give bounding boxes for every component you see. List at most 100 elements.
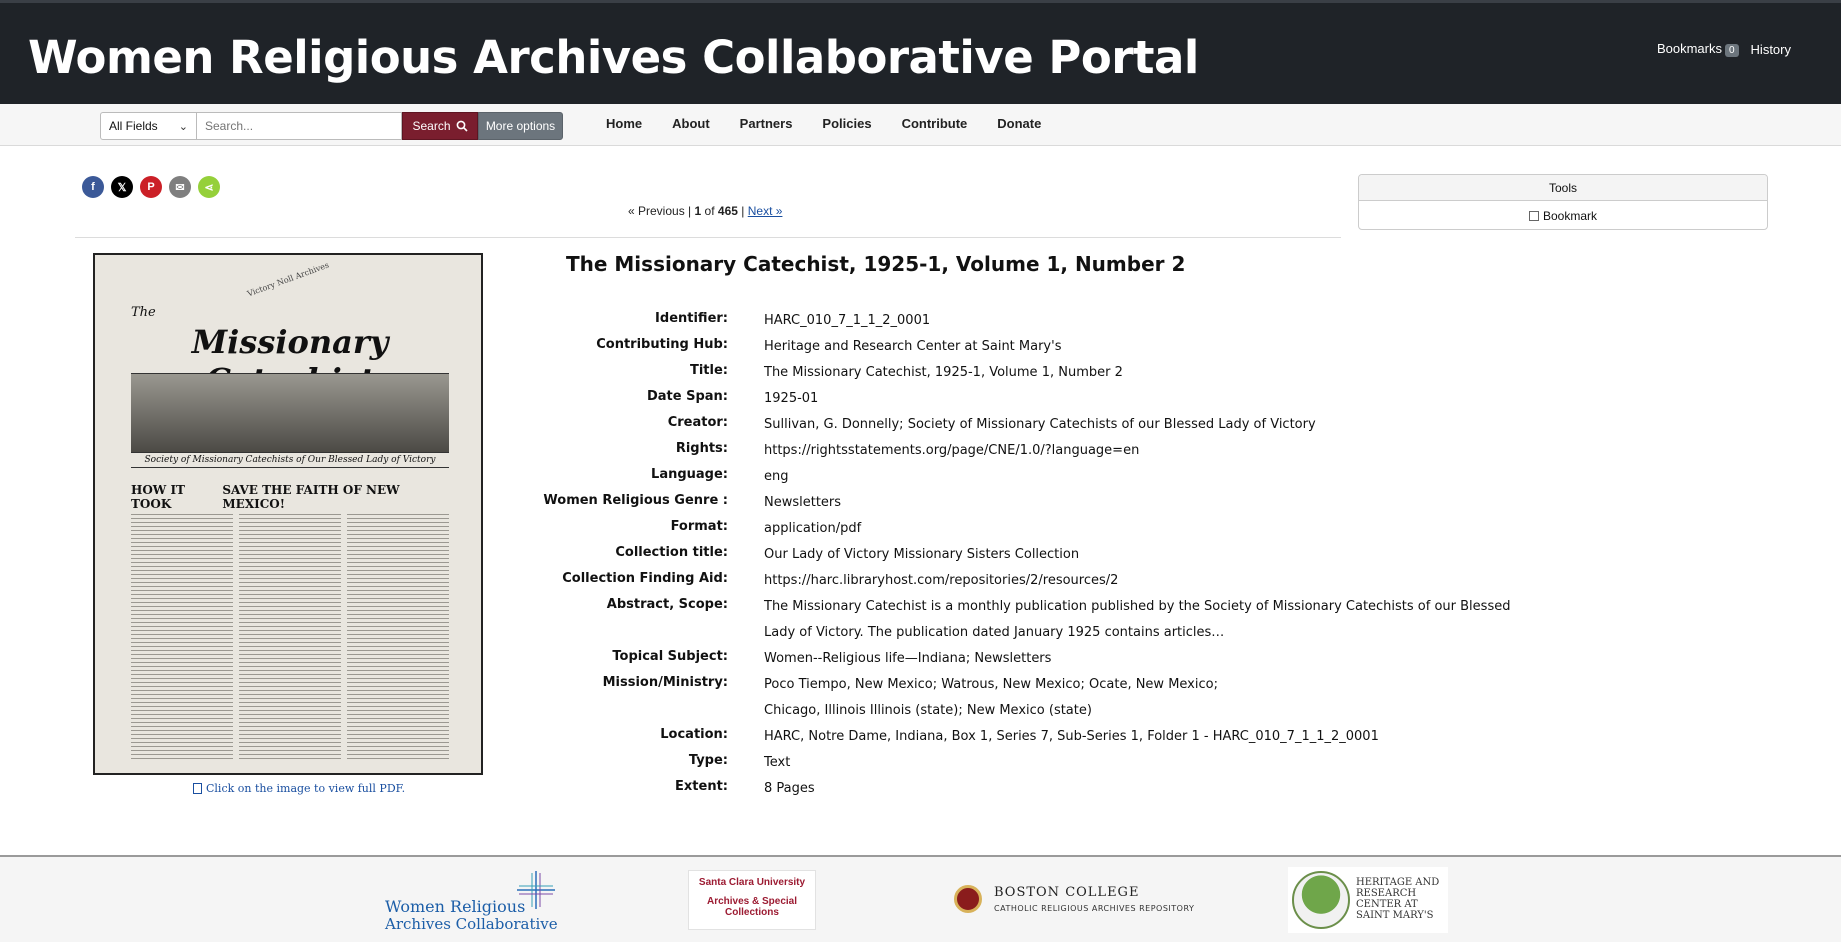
field-label: Title: [689,363,728,378]
metadata-row-date: Date Span: 1925-01 [540,386,1550,412]
search-button-label: Search [412,119,451,133]
field-value: The Missionary Catechist is a monthly pu… [764,599,1511,640]
bookmarks-label: Bookmarks [1656,41,1722,56]
field-value[interactable]: Poco Tiempo, New Mexico; Watrous, New Me… [764,672,1234,724]
metadata-row-subject: Topical Subject: Women--Religious life—In… [540,646,1550,672]
headline-right: SAVE THE FAITH OF NEW MEXICO! [222,483,400,511]
field-label: Language: [651,467,728,482]
view-pdf-label: Click on the image to view full PDF. [206,782,406,795]
field-value: eng [764,469,789,484]
chevron-down-icon: ⌄ [178,120,188,133]
thumbnail-photo [131,373,449,453]
field-label: Mission/Ministry: [602,675,728,690]
field-value[interactable]: Women--Religious life—Indiana; Newslette… [764,646,1524,672]
field-value: The Missionary Catechist, 1925-1, Volume… [764,365,1123,380]
bookmark-toggle[interactable]: Bookmark [1359,201,1767,230]
nav-contribute[interactable]: Contribute [902,116,968,131]
site-title[interactable]: Women Religious Archives Collaborative P… [28,31,1199,84]
more-options-button[interactable]: More options [478,112,563,140]
heritage-research-center-logo[interactable]: HERITAGE AND RESEARCH CENTER AT SAINT MA… [1288,867,1448,933]
nav-about[interactable]: About [672,116,710,131]
field-label: Women Religious Genre : [543,493,728,508]
thumbnail-text-columns [131,511,449,761]
metadata-row-creator: Creator: Sullivan, G. Donnelly; Society o… [540,412,1550,438]
hrc-logo-text: HERITAGE AND RESEARCH CENTER AT SAINT MA… [1356,877,1440,921]
metadata-row-collection: Collection title: Our Lady of Victory Mis… [540,542,1550,568]
facebook-icon[interactable]: f [82,176,104,198]
document-thumbnail[interactable]: Victory Noll Archives The Missionary Cat… [93,253,483,775]
santa-clara-logo[interactable]: Santa Clara University Archives & Specia… [688,870,816,930]
divider [75,237,1341,238]
tools-heading: Tools [1359,175,1767,201]
previous-link[interactable]: « Previous [628,204,685,218]
view-pdf-link[interactable]: Click on the image to view full PDF. [193,782,405,795]
bc-logo-line1: BOSTON COLLEGE [994,885,1140,900]
field-value[interactable]: Heritage and Research Center at Saint Ma… [764,334,1524,360]
scu-logo-line1: Santa Clara University [698,877,806,888]
boston-college-logo[interactable]: BOSTON COLLEGE CATHOLIC RELIGIOUS ARCHIV… [954,883,1214,919]
field-label: Topical Subject: [612,649,728,664]
field-label: Contributing Hub: [596,337,728,352]
metadata-row-abstract: Abstract, Scope: The Missionary Catechist… [540,594,1550,646]
nav-donate[interactable]: Donate [997,116,1041,131]
footer: Women Religious Archives Collaborative S… [0,855,1841,942]
nav-partners[interactable]: Partners [740,116,793,131]
search-form: All Fields ⌄ Search More options [100,112,563,140]
search-field-selected: All Fields [109,119,158,133]
field-label: Location: [660,727,728,742]
bookmarks-count-badge: 0 [1724,44,1739,57]
header-links: Bookmarks 0 History [1657,41,1791,57]
metadata-row-extent: Extent: 8 Pages [540,776,1550,802]
bookmarks-link[interactable]: Bookmarks 0 [1657,41,1739,57]
field-value: 1925-01 [764,391,819,406]
text-column [131,511,233,761]
metadata-row-identifier: Identifier: HARC_010_7_1_1_2_0001 [540,308,1550,334]
search-icon [456,120,468,132]
field-value: HARC_010_7_1_1_2_0001 [764,313,931,328]
field-value[interactable]: Our Lady of Victory Missionary Sisters C… [764,542,1524,568]
search-button[interactable]: Search [402,112,478,140]
history-link[interactable]: History [1751,42,1791,57]
metadata-row-location: Location: HARC, Notre Dame, Indiana, Box … [540,724,1550,750]
metadata-row-finding-aid: Collection Finding Aid: https://harc.libr… [540,568,1550,594]
bookmark-checkbox[interactable] [1528,210,1539,221]
pdf-icon [193,783,202,794]
bookmark-label: Bookmark [1542,208,1598,223]
nav-home[interactable]: Home [606,116,642,131]
tree-icon [1292,871,1350,929]
field-label: Format: [670,519,728,534]
field-value: HARC, Notre Dame, Indiana, Box 1, Series… [764,729,1379,744]
bc-logo-line2: CATHOLIC RELIGIOUS ARCHIVES REPOSITORY [994,904,1195,913]
share-buttons: f 𝕏 P ✉ ⋖ [82,176,220,198]
next-link[interactable]: Next » [748,204,783,218]
x-icon[interactable]: 𝕏 [111,176,133,198]
record-metadata: Identifier: HARC_010_7_1_1_2_0001 Contrib… [540,308,1550,802]
field-value: 8 Pages [764,781,815,796]
seal-icon [954,885,982,913]
field-value[interactable]: https://harc.libraryhost.com/repositorie… [764,568,1524,594]
share-icon[interactable]: ⋖ [198,176,220,198]
field-label: Date Span: [646,389,728,404]
wrc-logo-line1: Women Religious [385,897,526,916]
field-label: Rights: [675,441,728,456]
wrc-logo[interactable]: Women Religious Archives Collaborative [385,871,565,933]
field-value[interactable]: Sullivan, G. Donnelly; Society of Missio… [764,412,1524,438]
text-column [347,511,449,761]
search-field-select[interactable]: All Fields ⌄ [100,112,197,140]
masthead-small: The [131,305,156,320]
field-label: Abstract, Scope: [606,597,728,612]
field-value[interactable]: Newsletters [764,490,1524,516]
pinterest-icon[interactable]: P [140,176,162,198]
field-value[interactable]: https://rightsstatements.org/page/CNE/1.… [764,438,1524,464]
field-label: Type: [688,753,728,768]
email-icon[interactable]: ✉ [169,176,191,198]
pager-separator: | [741,204,745,218]
thumbnail-society-line: Society of Missionary Catechists of Our … [131,455,449,468]
metadata-row-type: Type: Text [540,750,1550,776]
field-value[interactable]: Text [764,750,1524,776]
nav-policies[interactable]: Policies [822,116,871,131]
pager-of: of [704,204,715,218]
metadata-row-hub: Contributing Hub: Heritage and Research C… [540,334,1550,360]
navbar: All Fields ⌄ Search More options Home Ab… [0,104,1841,146]
search-input[interactable] [197,112,402,140]
